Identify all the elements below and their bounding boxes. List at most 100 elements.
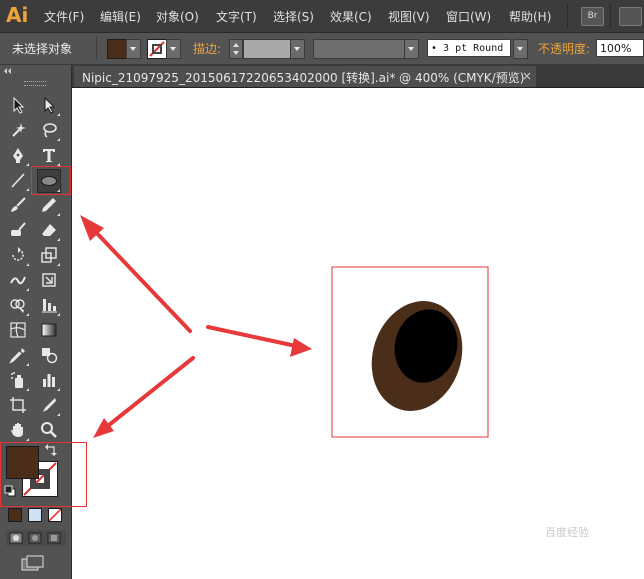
rotate-icon — [12, 247, 24, 261]
pen-nib-icon — [13, 148, 23, 163]
shape-builder-icon — [10, 299, 25, 313]
warp-icon — [10, 276, 26, 285]
mesh-icon — [10, 322, 26, 338]
brush-dropdown[interactable] — [513, 39, 528, 59]
blob-brush-icon — [11, 222, 26, 236]
draw-normal-icon[interactable] — [9, 532, 23, 544]
menu-file[interactable]: 文件(F) — [44, 8, 84, 25]
zoom-tool[interactable] — [38, 419, 60, 441]
hand-tool[interactable] — [7, 419, 29, 441]
stroke-weight-field[interactable] — [243, 39, 291, 59]
gradient-icon — [41, 323, 57, 337]
type-t-icon — [43, 149, 55, 162]
magic-wand-tool[interactable] — [7, 119, 29, 141]
opacity-label: 不透明度: — [538, 42, 591, 56]
menu-bar: Ai 文件(F) 编辑(E) 对象(O) 文字(T) 选择(S) 效果(C) 视… — [0, 0, 644, 33]
scale-tool[interactable] — [38, 244, 60, 266]
menu-help[interactable]: 帮助(H) — [509, 8, 551, 25]
stroke-weight-dropdown[interactable] — [290, 39, 305, 59]
paintbrush-tool[interactable] — [7, 194, 29, 216]
menu-window[interactable]: 窗口(W) — [446, 8, 491, 25]
slice-tool[interactable] — [38, 394, 60, 416]
artboard-tool[interactable] — [7, 394, 29, 416]
graph-icon — [42, 299, 57, 313]
gradient-mode-button[interactable] — [28, 508, 42, 522]
menu-edit[interactable]: 编辑(E) — [100, 8, 141, 25]
eyedropper-icon — [9, 348, 25, 364]
brush-definition-field[interactable]: • 3 pt Round — [427, 39, 511, 57]
white-arrow-icon — [44, 96, 56, 114]
gradient-tool[interactable] — [38, 319, 60, 341]
menu-effect[interactable]: 效果(C) — [330, 8, 372, 25]
arrow-icon — [13, 96, 25, 114]
lasso-tool[interactable] — [38, 119, 60, 141]
rotate-tool[interactable] — [7, 244, 29, 266]
eraser-icon — [42, 224, 56, 236]
profile-dropdown[interactable] — [404, 39, 419, 59]
magnifier-icon — [41, 422, 57, 438]
watermark-text: 百度经验 — [545, 526, 589, 539]
mesh-tool[interactable] — [7, 319, 29, 341]
control-separator — [96, 36, 97, 60]
shape-builder-tool[interactable] — [7, 294, 29, 316]
menu-object[interactable]: 对象(O) — [156, 8, 199, 25]
type-tool[interactable] — [38, 144, 60, 166]
spray-can-icon — [11, 372, 23, 388]
close-icon[interactable]: × — [522, 69, 532, 83]
collapse-panel-icon[interactable] — [3, 68, 13, 74]
stroke-dropdown[interactable] — [166, 39, 181, 59]
graph-tool[interactable] — [38, 294, 60, 316]
pen-tool[interactable] — [7, 144, 29, 166]
ellipse-tool-highlight — [31, 166, 71, 195]
document-tab-title: Nipic_21097925_20150617220653402000 [转换]… — [82, 71, 525, 85]
blend-tool[interactable] — [38, 344, 60, 366]
none-mode-button[interactable] — [48, 508, 62, 522]
knife-icon — [43, 398, 56, 412]
brush-icon — [11, 197, 26, 212]
column-graph-tool[interactable] — [38, 369, 60, 391]
menu-type[interactable]: 文字(T) — [216, 8, 257, 25]
scale-icon — [41, 247, 57, 263]
artboard-icon — [10, 397, 26, 413]
blob-brush-tool[interactable] — [7, 219, 29, 241]
color-mode-button[interactable] — [8, 508, 22, 522]
spinner-arrows-icon — [233, 43, 239, 55]
selection-tool[interactable] — [7, 94, 29, 116]
toolbox-grip[interactable] — [24, 81, 46, 86]
menu-separator — [567, 4, 568, 28]
pencil-tool[interactable] — [38, 194, 60, 216]
menu-view[interactable]: 视图(V) — [388, 8, 430, 25]
control-bar: 未选择对象 描边: • 3 pt Round 不透明度: 100% — [0, 33, 644, 65]
draw-inside-icon[interactable] — [47, 532, 61, 544]
fill-swatch[interactable] — [107, 39, 127, 59]
selection-status: 未选择对象 — [12, 42, 73, 56]
symbol-sprayer-tool[interactable] — [7, 369, 29, 391]
eyedropper-tool[interactable] — [7, 344, 29, 366]
draw-behind-icon[interactable] — [28, 532, 42, 544]
free-transform-icon — [42, 273, 56, 287]
direct-selection-tool[interactable] — [38, 94, 60, 116]
document-tab[interactable]: Nipic_21097925_20150617220653402000 [转换]… — [74, 66, 536, 87]
screen-mode-icon[interactable] — [21, 555, 45, 571]
stroke-weight-spinner[interactable] — [229, 39, 243, 59]
free-transform-tool[interactable] — [38, 269, 60, 291]
fill-color-box[interactable] — [6, 446, 39, 479]
lasso-icon — [43, 123, 57, 138]
fill-dropdown[interactable] — [126, 39, 141, 59]
opacity-field[interactable]: 100% — [596, 39, 644, 57]
line-segment-tool[interactable] — [7, 169, 29, 191]
app-logo: Ai — [6, 3, 29, 27]
warp-tool[interactable] — [7, 269, 29, 291]
stroke-weight-label: 描边: — [193, 42, 222, 56]
workspace-switcher-icon[interactable] — [619, 7, 642, 26]
line-icon — [11, 173, 25, 188]
pencil-icon — [42, 198, 56, 212]
variable-width-profile[interactable] — [313, 39, 407, 59]
menu-select[interactable]: 选择(S) — [273, 8, 314, 25]
bridge-button[interactable]: Br — [581, 7, 604, 26]
stroke-swatch[interactable] — [147, 39, 167, 59]
eraser-tool[interactable] — [38, 219, 60, 241]
blend-icon — [42, 348, 58, 364]
selected-ellipse-artwork[interactable] — [331, 266, 490, 439]
none-slash-icon — [48, 508, 62, 522]
